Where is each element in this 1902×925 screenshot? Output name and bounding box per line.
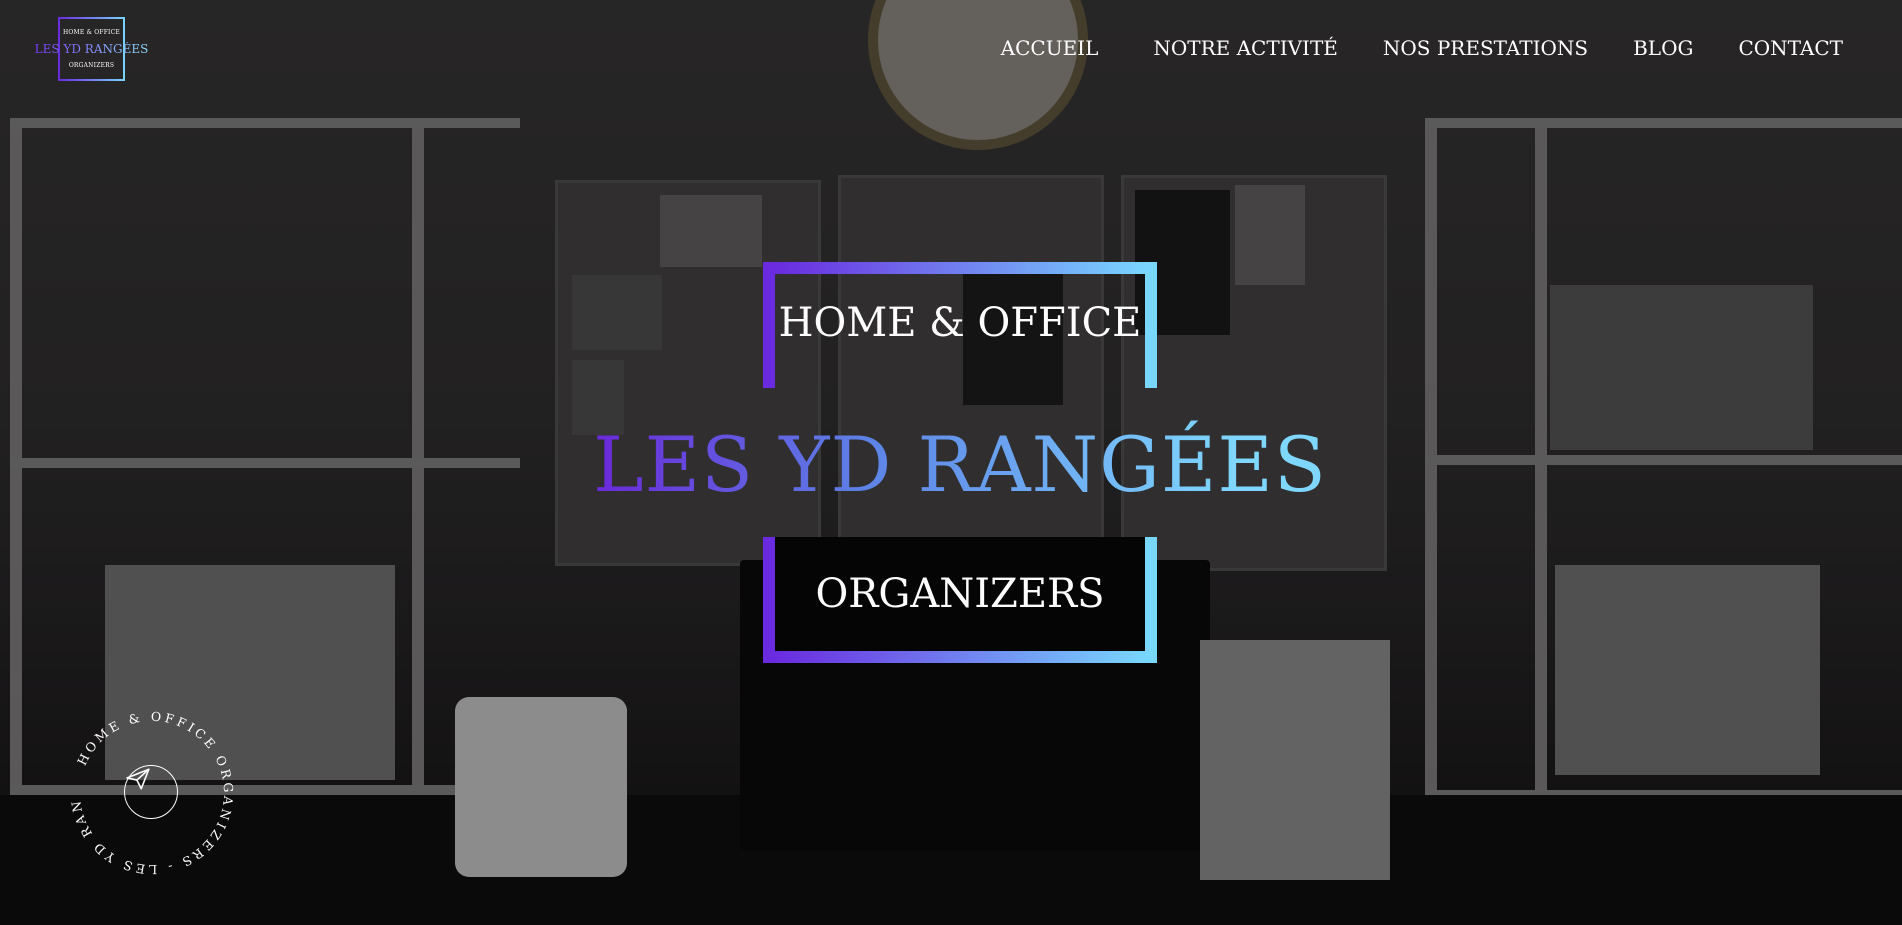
logo-tagline-top: HOME & OFFICE bbox=[62, 29, 121, 36]
paper-plane-icon bbox=[126, 768, 150, 790]
nav-item-notre-activite[interactable]: NOTRE ACTIVITÉ bbox=[1153, 36, 1338, 60]
contact-button[interactable] bbox=[124, 765, 178, 819]
nav-item-contact[interactable]: CONTACT bbox=[1738, 36, 1843, 60]
logo-brand-name: LES YD RANGÉES bbox=[34, 42, 149, 56]
logo-tagline-bottom: ORGANIZERS bbox=[68, 62, 115, 69]
circular-badge[interactable]: HOME & OFFICE ORGANIZERS - LES YD RANGÉE… bbox=[62, 703, 242, 883]
nav-item-blog[interactable]: BLOG bbox=[1633, 36, 1693, 60]
hero-title: LES YD RANGÉES bbox=[500, 420, 1420, 509]
main-nav: ACCUEIL NOTRE ACTIVITÉ NOS PRESTATIONS B… bbox=[1001, 36, 1843, 60]
hero-subtitle-top: HOME & OFFICE bbox=[778, 300, 1142, 346]
nav-item-nos-prestations[interactable]: NOS PRESTATIONS bbox=[1383, 36, 1588, 60]
hero-subtitle-bottom: ORGANIZERS bbox=[815, 571, 1105, 617]
site-logo[interactable]: HOME & OFFICE LES YD RANGÉES ORGANIZERS bbox=[35, 17, 148, 81]
nav-item-accueil[interactable]: ACCUEIL bbox=[1001, 36, 1099, 60]
